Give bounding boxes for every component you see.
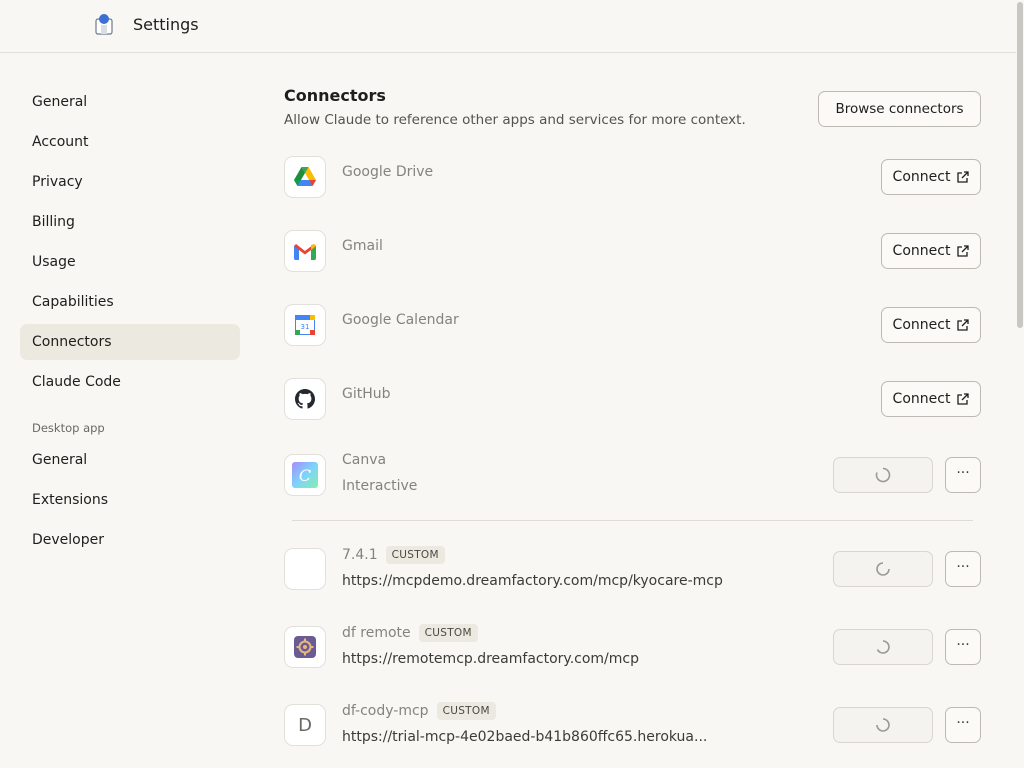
sidebar-item-claude-code[interactable]: Claude Code <box>20 364 240 400</box>
section-title: Connectors <box>284 86 386 105</box>
external-link-icon <box>957 318 970 331</box>
top-bar: Settings <box>0 0 1016 53</box>
sidebar-item-privacy[interactable]: Privacy <box>20 164 240 200</box>
svg-text:C: C <box>299 466 311 485</box>
connect-label: Connect <box>892 243 951 259</box>
loading-button <box>833 457 933 493</box>
more-options-button[interactable]: ··· <box>945 707 981 743</box>
connector-name-line: df remote CUSTOM <box>342 624 478 642</box>
connector-name: df-cody-mcp <box>342 703 429 719</box>
custom-badge: CUSTOM <box>385 546 445 564</box>
letter-d-icon: D <box>284 704 326 746</box>
connector-url: https://trial-mcp-4e02baed-b41b860ffc65.… <box>342 729 708 745</box>
connector-name: df remote <box>342 625 411 641</box>
spinner-icon <box>875 467 891 483</box>
more-options-button[interactable]: ··· <box>945 629 981 665</box>
connector-subtitle: Interactive <box>342 478 418 494</box>
connector-name-line: 7.4.1 CUSTOM <box>342 546 445 564</box>
canva-icon: C <box>284 454 326 496</box>
google-calendar-icon: 31 <box>284 304 326 346</box>
connect-label: Connect <box>892 317 951 333</box>
app-icon <box>95 14 113 35</box>
loading-button <box>833 551 933 587</box>
connector-url: https://remotemcp.dreamfactory.com/mcp <box>342 651 639 667</box>
spinner-icon <box>876 640 890 654</box>
spinner-icon <box>876 562 890 576</box>
connect-google-drive-button[interactable]: Connect <box>881 159 981 195</box>
blank-icon <box>284 548 326 590</box>
connector-name: Google Calendar <box>342 312 459 328</box>
more-options-button[interactable]: ··· <box>945 551 981 587</box>
loading-button <box>833 707 933 743</box>
connect-label: Connect <box>892 391 951 407</box>
google-drive-icon <box>284 156 326 198</box>
custom-badge: CUSTOM <box>418 624 478 642</box>
connect-gmail-button[interactable]: Connect <box>881 233 981 269</box>
custom-badge: CUSTOM <box>436 702 496 720</box>
loading-button <box>833 629 933 665</box>
sidebar-item-connectors[interactable]: Connectors <box>20 324 240 360</box>
svg-text:31: 31 <box>301 323 310 331</box>
connector-name: Google Drive <box>342 164 434 180</box>
sidebar-item-extensions[interactable]: Extensions <box>20 482 240 518</box>
connector-url: https://mcpdemo.dreamfactory.com/mcp/kyo… <box>342 573 723 589</box>
more-options-button[interactable]: ··· <box>945 457 981 493</box>
connector-name: 7.4.1 <box>342 547 378 563</box>
external-link-icon <box>957 392 970 405</box>
external-link-icon <box>957 170 970 183</box>
sidebar-item-capabilities[interactable]: Capabilities <box>20 284 240 320</box>
settings-sidebar: General Account Privacy Billing Usage Ca… <box>20 84 240 562</box>
section-description: Allow Claude to reference other apps and… <box>284 112 746 128</box>
sidebar-item-billing[interactable]: Billing <box>20 204 240 240</box>
connector-name: Canva <box>342 452 387 468</box>
sidebar-item-usage[interactable]: Usage <box>20 244 240 280</box>
spinner-icon <box>876 718 890 732</box>
connector-name: Gmail <box>342 238 383 254</box>
sidebar-item-account[interactable]: Account <box>20 124 240 160</box>
page-scrollbar[interactable] <box>1016 0 1024 768</box>
connector-name: GitHub <box>342 386 391 402</box>
sidebar-item-general[interactable]: General <box>20 84 240 120</box>
connect-label: Connect <box>892 169 951 185</box>
connect-google-calendar-button[interactable]: Connect <box>881 307 981 343</box>
external-link-icon <box>957 244 970 257</box>
page-title: Settings <box>133 15 199 34</box>
gmail-icon <box>284 230 326 272</box>
gear-icon <box>284 626 326 668</box>
section-divider <box>292 520 973 521</box>
sidebar-item-developer[interactable]: Developer <box>20 522 240 558</box>
browse-connectors-button[interactable]: Browse connectors <box>818 91 981 127</box>
github-icon <box>284 378 326 420</box>
scrollbar-thumb[interactable] <box>1017 2 1023 328</box>
connect-github-button[interactable]: Connect <box>881 381 981 417</box>
sidebar-item-desktop-general[interactable]: General <box>20 442 240 478</box>
sidebar-section-desktop-app: Desktop app <box>32 421 105 435</box>
connector-name-line: df-cody-mcp CUSTOM <box>342 702 496 720</box>
